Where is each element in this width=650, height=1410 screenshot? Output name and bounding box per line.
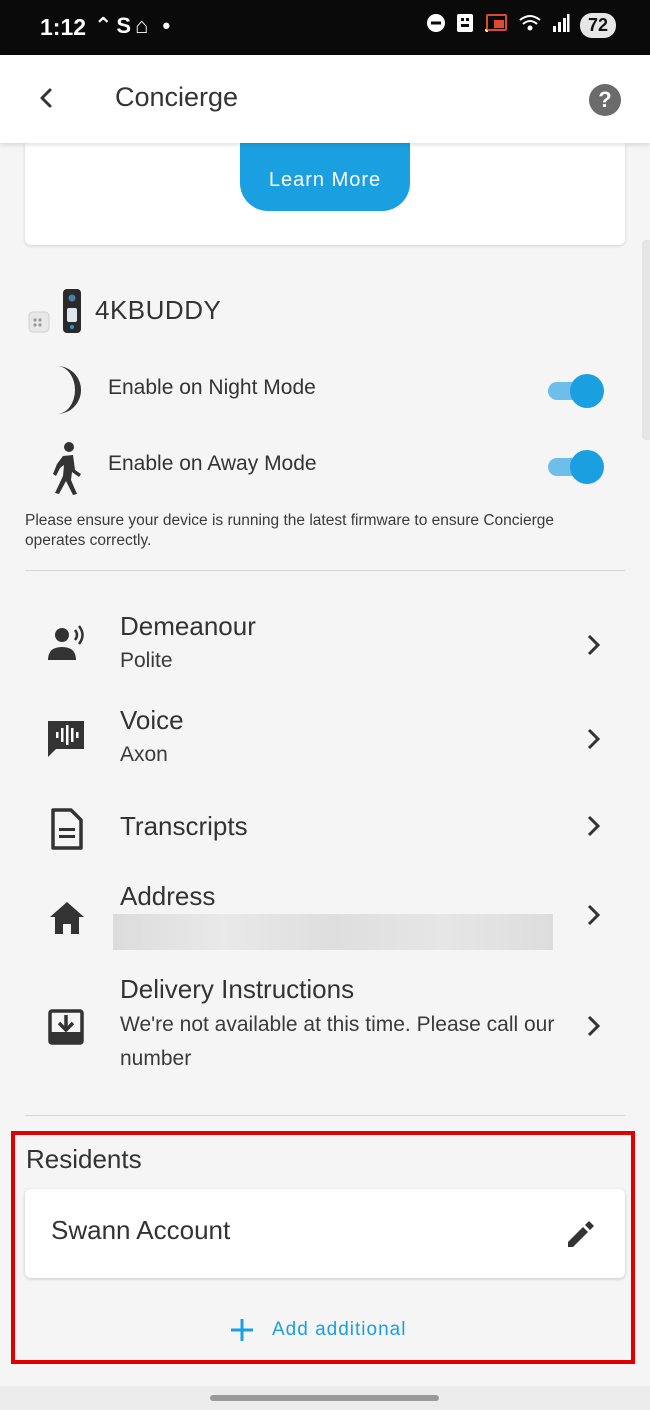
add-additional-label: Add additional: [272, 1319, 407, 1340]
away-mode-row: Enable on Away Mode: [0, 436, 650, 496]
home-icon: [45, 897, 89, 941]
back-button[interactable]: [30, 81, 64, 115]
chevron-right-icon: [584, 726, 604, 752]
moon-icon: [45, 364, 89, 416]
cast-icon: [484, 13, 508, 38]
device-thumbnail: [27, 288, 83, 334]
package-inbox-icon: [45, 1006, 89, 1050]
settings-row-voice[interactable]: Voice Axon: [0, 695, 650, 785]
device-name: 4KBUDDY: [95, 295, 222, 325]
night-mode-toggle[interactable]: [548, 374, 604, 408]
status-bar: 1:12 ⌃S⌂ • 72: [0, 0, 650, 55]
page-title: Concierge: [115, 82, 239, 112]
add-additional-button[interactable]: Add additional: [228, 1313, 406, 1347]
app-bar: Concierge ?: [0, 55, 650, 143]
help-icon[interactable]: ?: [589, 84, 621, 116]
settings-row-demeanour[interactable]: Demeanour Polite: [0, 600, 650, 690]
address-redacted-value: [113, 914, 553, 950]
edit-icon[interactable]: [563, 1217, 597, 1251]
voice-title: Voice: [120, 705, 184, 735]
document-icon: [45, 807, 89, 851]
demeanour-title: Demeanour: [120, 611, 256, 641]
battery-indicator: 72: [579, 13, 616, 38]
signal-icon: [552, 13, 570, 38]
promo-card: Learn More: [25, 143, 625, 245]
address-title: Address: [120, 881, 216, 911]
chevron-right-icon: [584, 813, 604, 839]
settings-row-address[interactable]: Address: [0, 875, 650, 955]
chevron-right-icon: [584, 902, 604, 928]
delivery-instructions-title: Delivery Instructions: [120, 974, 355, 1004]
walking-person-icon: [45, 440, 89, 495]
settings-row-delivery-instructions[interactable]: Delivery Instructions We're not availabl…: [0, 968, 650, 1083]
away-mode-label: Enable on Away Mode: [108, 452, 317, 475]
home-gesture-handle[interactable]: [210, 1395, 439, 1401]
wifi-icon: [518, 13, 542, 38]
resident-name: Swann Account: [51, 1215, 231, 1245]
chevron-right-icon: [584, 1013, 604, 1039]
delivery-instructions-value: We're not available at this time. Please…: [120, 1013, 555, 1070]
notification-icons: ⌃S⌂ •: [94, 13, 175, 38]
chevron-right-icon: [584, 632, 604, 658]
status-time: 1:12: [40, 14, 87, 40]
app-notification-icon: [456, 13, 474, 38]
voice-value: Axon: [120, 743, 168, 766]
transcripts-title: Transcripts: [120, 811, 248, 841]
firmware-note: Please ensure your device is running the…: [25, 512, 554, 549]
gesture-nav-bar: [0, 1386, 650, 1410]
resident-card[interactable]: Swann Account: [25, 1189, 625, 1278]
back-arrow-icon: [40, 88, 52, 108]
night-mode-label: Enable on Night Mode: [108, 376, 316, 399]
do-not-disturb-icon: [426, 13, 446, 38]
status-right-icons: 72: [426, 13, 616, 38]
divider: [25, 1115, 625, 1116]
residents-title: Residents: [26, 1144, 142, 1174]
demeanour-value: Polite: [120, 649, 173, 672]
speaking-person-icon: [45, 622, 89, 666]
voice-chat-icon: [45, 717, 89, 761]
settings-row-transcripts[interactable]: Transcripts: [0, 795, 650, 859]
away-mode-toggle[interactable]: [548, 450, 604, 484]
night-mode-row: Enable on Night Mode: [0, 360, 650, 420]
learn-more-button[interactable]: Learn More: [240, 143, 410, 211]
plus-icon: [231, 1319, 253, 1341]
divider: [25, 570, 625, 571]
